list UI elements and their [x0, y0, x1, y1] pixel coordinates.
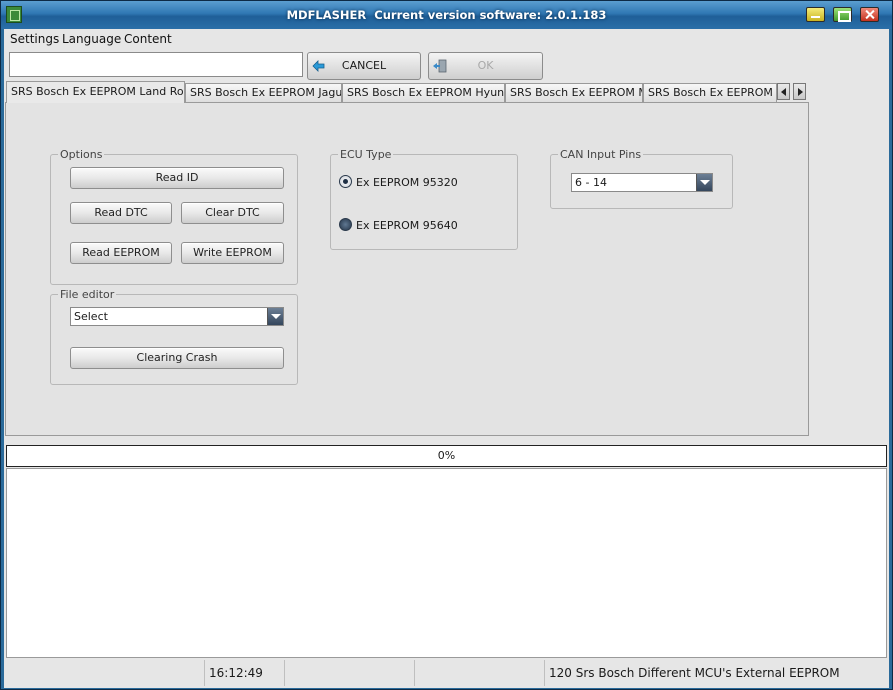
tab-hyundai[interactable]: SRS Bosch Ex EEPROM Hyundai — [342, 83, 505, 102]
status-time: 16:12:49 — [204, 660, 284, 686]
status-bar: 16:12:49 120 Srs Bosch Different MCU's E… — [4, 660, 889, 686]
chevron-down-icon[interactable] — [267, 308, 283, 325]
ok-button[interactable]: OK — [428, 52, 543, 80]
file-editor-select[interactable]: Select — [70, 307, 284, 326]
menu-settings[interactable]: Settings — [10, 32, 59, 46]
tab-panel: Options Read ID Read DTC Clear DTC Read … — [5, 102, 809, 436]
maximize-button[interactable] — [833, 7, 852, 22]
window-title: MDFLASHER Current version software: 2.0.… — [286, 8, 607, 22]
client-area: Settings Language Content CANCEL OK SRS … — [4, 29, 889, 688]
tab-land-rover[interactable]: SRS Bosch Ex EEPROM Land Rover — [6, 81, 185, 103]
log-area[interactable] — [6, 468, 887, 658]
read-dtc-button[interactable]: Read DTC — [70, 202, 172, 224]
radio-eeprom-95320-label[interactable]: Ex EEPROM 95320 — [356, 176, 458, 189]
menu-content[interactable]: Content — [124, 32, 172, 46]
radio-eeprom-95640[interactable] — [339, 218, 352, 231]
ok-label: OK — [477, 59, 494, 72]
read-id-button[interactable]: Read ID — [70, 167, 284, 189]
radio-eeprom-95640-label[interactable]: Ex EEPROM 95640 — [356, 219, 458, 232]
cancel-button[interactable]: CANCEL — [307, 52, 421, 80]
read-eeprom-button[interactable]: Read EEPROM — [70, 242, 172, 264]
cancel-label: CANCEL — [341, 59, 387, 72]
can-pins-select-value: 6 - 14 — [575, 176, 607, 189]
progress-text: 0% — [437, 449, 456, 462]
ecu-type-group-label: ECU Type — [338, 148, 394, 161]
can-pins-select[interactable]: 6 - 14 — [571, 173, 713, 192]
minimize-button[interactable] — [806, 7, 825, 22]
status-cell-empty-3 — [414, 660, 544, 686]
write-eeprom-button[interactable]: Write EEPROM — [181, 242, 284, 264]
can-pins-group-label: CAN Input Pins — [558, 148, 644, 161]
close-button[interactable] — [860, 7, 879, 22]
chevron-down-icon[interactable] — [696, 174, 712, 191]
clearing-crash-button[interactable]: Clearing Crash — [70, 347, 284, 369]
options-group-label: Options — [58, 148, 105, 161]
file-editor-group-label: File editor — [58, 288, 117, 301]
options-group: Options Read ID Read DTC Clear DTC Read … — [50, 148, 298, 285]
status-cell-empty — [4, 660, 204, 686]
tab-scroll-right-icon[interactable] — [793, 83, 806, 100]
clear-dtc-button[interactable]: Clear DTC — [181, 202, 284, 224]
tab-mb[interactable]: SRS Bosch Ex EEPROM MB — [505, 83, 643, 102]
progress-bar: 0% — [6, 445, 887, 467]
file-editor-group: File editor Select Clearing Crash — [50, 288, 298, 385]
ecu-type-group: ECU Type Ex EEPROM 95320 Ex EEPROM 95640 — [330, 148, 518, 250]
file-editor-select-value: Select — [74, 310, 108, 323]
tab-jaguar[interactable]: SRS Bosch Ex EEPROM Jaguar — [185, 83, 342, 102]
title-bar[interactable]: MDFLASHER Current version software: 2.0.… — [1, 1, 892, 29]
status-description: 120 Srs Bosch Different MCU's External E… — [544, 660, 889, 686]
back-arrow-icon — [312, 60, 325, 72]
tab-scroll-left-icon[interactable] — [777, 83, 790, 100]
menu-language[interactable]: Language — [62, 32, 121, 46]
status-cell-empty-2 — [284, 660, 414, 686]
can-pins-group: CAN Input Pins 6 - 14 — [550, 148, 733, 209]
tab-dodge[interactable]: SRS Bosch Ex EEPROM Dod — [643, 83, 777, 102]
path-input[interactable] — [9, 52, 303, 77]
exit-door-icon — [433, 59, 447, 73]
radio-eeprom-95320[interactable] — [339, 175, 352, 188]
tab-strip: SRS Bosch Ex EEPROM Land Rover SRS Bosch… — [4, 81, 889, 103]
menu-bar: Settings Language Content — [4, 29, 889, 49]
app-window: MDFLASHER Current version software: 2.0.… — [0, 0, 893, 690]
